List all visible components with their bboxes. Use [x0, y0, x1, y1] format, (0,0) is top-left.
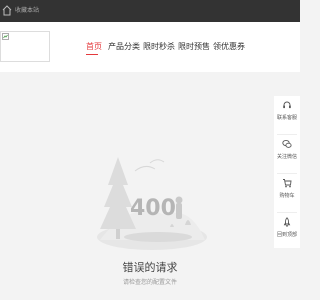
rocket-icon — [283, 217, 291, 227]
nav-product-categories[interactable]: 产品分类 — [108, 42, 140, 52]
error-illustration: 400 — [97, 157, 207, 250]
headset-icon — [283, 101, 291, 109]
error-title: 错误的请求 — [122, 261, 178, 274]
top-bar: 收藏本站 — [0, 0, 300, 22]
sidebar-label: 联系客服 — [276, 115, 297, 121]
nav-flash-sale[interactable]: 限时秒杀 — [143, 42, 175, 52]
sidebar-label: 购物车 — [279, 193, 295, 199]
sidebar-item-cart[interactable]: 购物车 — [274, 174, 300, 212]
nav-coupons[interactable]: 领优惠券 — [213, 42, 245, 52]
nav-home[interactable]: 首页 — [86, 42, 102, 52]
sidebar-label: 关注微信 — [276, 154, 297, 160]
wechat-icon — [282, 139, 292, 148]
broken-image-icon — [2, 33, 9, 40]
cart-icon — [283, 179, 292, 188]
error-subtitle: 请检查您的配置文件 — [122, 279, 177, 286]
sidebar-label: 回到顶部 — [276, 232, 297, 238]
bookmark-site-link[interactable]: 收藏本站 — [15, 6, 39, 16]
logo-image[interactable] — [0, 31, 50, 62]
sidebar-item-customer-service[interactable]: 联系客服 — [274, 96, 300, 134]
nav-active-underline — [86, 54, 98, 55]
error-code: 400 — [130, 196, 176, 221]
home-icon[interactable] — [2, 5, 12, 16]
floating-sidebar: 联系客服 关注微信 购物车 回到顶部 — [274, 96, 300, 248]
nav-presale[interactable]: 限时预售 — [178, 42, 210, 52]
header: 首页 产品分类 限时秒杀 限时预售 领优惠券 — [0, 22, 300, 72]
sidebar-item-back-to-top[interactable]: 回到顶部 — [274, 213, 300, 251]
sidebar-item-wechat[interactable]: 关注微信 — [274, 135, 300, 173]
